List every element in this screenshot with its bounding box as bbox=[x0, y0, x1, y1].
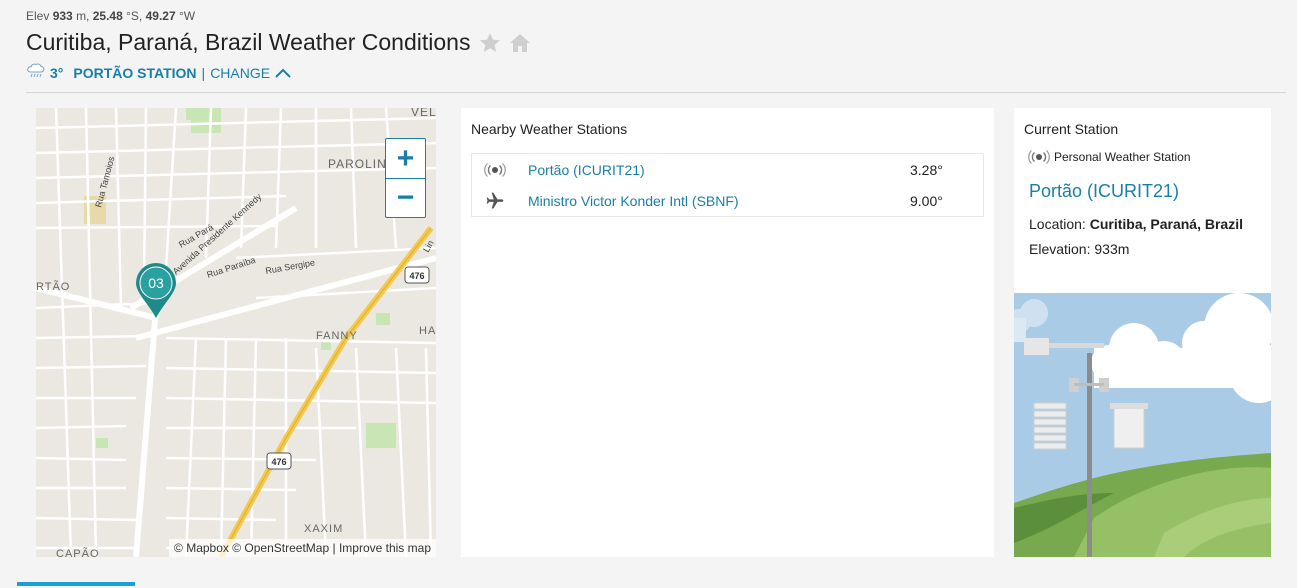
station-map[interactable]: 476 476 VEL PAROLIN Rua Tamoios Rua Pará… bbox=[36, 108, 436, 557]
map-label: VEL bbox=[411, 108, 436, 119]
elevation-value: 933m bbox=[1094, 241, 1130, 257]
separator: | bbox=[201, 64, 206, 81]
weather-station-illustration bbox=[1014, 293, 1271, 557]
map-label: HA bbox=[419, 325, 436, 337]
station-temp: 9.00° bbox=[910, 192, 943, 209]
lat-value: 25.48 bbox=[92, 9, 123, 23]
elevation-coordinates: Elev 933 m, 25.48 °S, 49.27 °W bbox=[26, 9, 195, 23]
lat-unit: °S, bbox=[126, 9, 143, 23]
home-icon[interactable] bbox=[508, 31, 532, 55]
elev-value: 933 bbox=[52, 9, 73, 23]
map-label: CAPÃO bbox=[56, 547, 100, 557]
list-item[interactable]: Ministro Victor Konder Intl (SBNF) 9.00° bbox=[472, 185, 983, 216]
map-attribution: © Mapbox © OpenStreetMap | Improve this … bbox=[169, 539, 436, 557]
attribution-separator: | bbox=[332, 541, 336, 555]
pws-signal-icon bbox=[472, 162, 518, 177]
station-location: Location: Curitiba, Paraná, Brazil bbox=[1029, 216, 1243, 232]
location-label: Location: bbox=[1029, 216, 1086, 232]
chevron-up-icon bbox=[275, 68, 291, 78]
current-temp: 3° bbox=[50, 64, 64, 81]
nearby-stations-panel: Nearby Weather Stations Portão (ICURIT21… bbox=[461, 108, 994, 557]
title-row: Curitiba, Paraná, Brazil Weather Conditi… bbox=[26, 29, 532, 56]
zoom-in-button[interactable]: + bbox=[386, 139, 425, 178]
road-shield: 476 bbox=[404, 266, 430, 284]
lon-unit: °W bbox=[178, 9, 196, 23]
station-link[interactable]: Ministro Victor Konder Intl (SBNF) bbox=[518, 193, 910, 209]
pws-signal-icon bbox=[1028, 150, 1050, 164]
map-label: FANNY bbox=[316, 330, 358, 342]
change-station-button[interactable]: CHANGE bbox=[210, 65, 292, 81]
osm-link[interactable]: © OpenStreetMap bbox=[232, 541, 329, 555]
favorite-star-icon[interactable] bbox=[478, 31, 502, 55]
nearby-title: Nearby Weather Stations bbox=[471, 121, 628, 137]
airplane-icon bbox=[472, 191, 518, 211]
elev-label: Elev bbox=[26, 9, 50, 23]
svg-text:476: 476 bbox=[271, 457, 286, 467]
change-label: CHANGE bbox=[210, 64, 271, 81]
mapbox-link[interactable]: © Mapbox bbox=[174, 541, 229, 555]
improve-map-link[interactable]: Improve this map bbox=[339, 541, 431, 555]
zoom-out-button[interactable]: − bbox=[386, 178, 425, 217]
lon-value: 49.27 bbox=[145, 9, 176, 23]
station-type-label: Personal Weather Station bbox=[1054, 150, 1191, 164]
station-elevation: Elevation: 933m bbox=[1029, 241, 1129, 257]
zoom-controls: + − bbox=[385, 138, 426, 218]
list-item[interactable]: Portão (ICURIT21) 3.28° bbox=[472, 154, 983, 185]
map-label: XAXIM bbox=[304, 523, 343, 535]
station-list: Portão (ICURIT21) 3.28° Ministro Victor … bbox=[471, 153, 984, 217]
current-station-name[interactable]: Portão (ICURIT21) bbox=[1029, 181, 1179, 202]
elevation-label: Elevation: bbox=[1029, 241, 1091, 257]
map-label: RTÃO bbox=[36, 280, 70, 293]
rain-cloud-icon bbox=[26, 62, 46, 83]
station-type: Personal Weather Station bbox=[1028, 150, 1191, 164]
map-canvas[interactable]: 476 476 VEL PAROLIN Rua Tamoios Rua Pará… bbox=[36, 108, 436, 557]
map-label: PAROLIN bbox=[328, 157, 387, 171]
station-selector: 3° Portão Station | CHANGE bbox=[26, 62, 292, 83]
station-name[interactable]: Portão Station bbox=[73, 65, 196, 81]
station-temp: 3.28° bbox=[910, 161, 943, 178]
active-tab-indicator bbox=[17, 582, 135, 586]
station-link[interactable]: Portão (ICURIT21) bbox=[518, 162, 910, 178]
svg-text:476: 476 bbox=[409, 271, 424, 281]
elev-unit: m, bbox=[76, 9, 90, 23]
road-shield: 476 bbox=[266, 452, 292, 470]
current-station-panel: Current Station Personal Weather Station… bbox=[1014, 108, 1271, 557]
station-marker-label: 03 bbox=[148, 275, 164, 291]
page-title: Curitiba, Paraná, Brazil Weather Conditi… bbox=[26, 29, 471, 55]
location-value: Curitiba, Paraná, Brazil bbox=[1089, 216, 1243, 232]
current-station-title: Current Station bbox=[1024, 121, 1119, 137]
header-divider bbox=[26, 92, 1286, 93]
